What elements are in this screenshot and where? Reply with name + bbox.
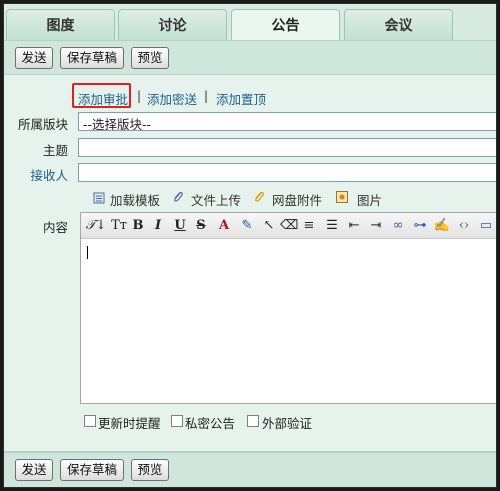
link-icon[interactable]: ∞ [389,217,407,235]
add-approval-link[interactable]: 添加审批 [78,89,128,108]
add-pin-link[interactable]: 添加置顶 [216,89,266,108]
external-verify-label: 外部验证 [262,416,313,431]
edit-icon[interactable]: ✍ [433,217,451,235]
cursor-icon[interactable]: ↖ [262,217,276,235]
add-secret-link[interactable]: 添加密送 [147,89,197,108]
italic-icon[interactable]: I [151,217,165,235]
board-select[interactable]: --选择版块-- [78,112,496,132]
remind-label: 更新时提醒 [98,416,161,431]
text-cursor [87,246,88,259]
tab-discussion[interactable]: 讨论 [118,9,227,41]
font-size-icon[interactable]: Tт [109,217,129,235]
compose-panel: 图度 讨论 公告 会议 发送 保存草稿 预览 添加审批 | 添加密送 | 添加置… [3,3,497,488]
underline-icon[interactable]: U [173,217,187,235]
file-upload-link[interactable]: 文件上传 [191,190,241,209]
link-separator: | [204,89,209,103]
template-icon [93,192,105,204]
board-label: 所属版块 [17,117,68,132]
unlink-icon[interactable]: ⊶ [411,217,429,235]
preview-button[interactable]: 预览 [131,459,169,481]
send-button[interactable]: 发送 [15,47,53,69]
private-checkbox[interactable] [171,415,183,427]
outdent-icon[interactable]: ⇤ [345,217,363,235]
netdisk-paperclip-icon [255,191,264,202]
strikethrough-icon[interactable]: S [194,217,208,235]
tab-tudu[interactable]: 图度 [6,9,115,41]
source-code-icon[interactable]: ‹› [455,217,473,235]
font-family-icon[interactable]: 𝒯↓ [85,217,107,235]
subject-label: 主题 [42,143,68,158]
load-template-link[interactable]: 加载模板 [110,190,160,209]
save-draft-button[interactable]: 保存草稿 [60,459,124,481]
editor-toolbar: 𝒯↓ Tт B I U S A ✎ ↖ ⌫ ≡ ☰ ⇤ ⇥ ∞ ⊶ ✍ ‹› ▭ [81,213,496,239]
bottom-toolbar: 发送 保存草稿 预览 [4,452,496,487]
image-link[interactable]: 图片 [357,190,382,209]
save-draft-button[interactable]: 保存草稿 [60,47,124,69]
recipient-input[interactable] [78,163,496,182]
content-label: 内容 [42,220,68,235]
netdisk-attachment-link[interactable]: 网盘附件 [272,190,322,209]
font-color-icon[interactable]: A [215,217,233,235]
bold-icon[interactable]: B [131,217,145,235]
recipient-label[interactable]: 接收人 [8,165,68,184]
form-area: 添加审批 | 添加密送 | 添加置顶 所属版块 --选择版块-- 主题 接收人 … [4,74,496,452]
indent-icon[interactable]: ⇥ [367,217,385,235]
subject-input[interactable] [78,138,496,157]
highlight-color-icon[interactable]: ✎ [238,217,256,235]
fullscreen-icon[interactable]: ▭ [477,217,495,235]
external-verify-checkbox[interactable] [247,415,259,427]
tab-meeting[interactable]: 会议 [344,9,453,41]
preview-button[interactable]: 预览 [131,47,169,69]
board-select-value: --选择版块-- [83,117,152,132]
rich-text-editor[interactable]: 𝒯↓ Tт B I U S A ✎ ↖ ⌫ ≡ ☰ ⇤ ⇥ ∞ ⊶ ✍ ‹› ▭ [80,212,496,404]
tab-bar: 图度 讨论 公告 会议 [6,9,496,41]
image-icon [336,191,348,203]
eraser-icon[interactable]: ⌫ [280,217,298,235]
remind-checkbox[interactable] [84,415,96,427]
tab-announcement[interactable]: 公告 [231,9,340,41]
top-toolbar: 发送 保存草稿 预览 [4,40,496,74]
paperclip-icon [174,191,183,202]
link-separator: | [137,89,142,103]
private-label: 私密公告 [185,416,236,431]
align-icon[interactable]: ≡ [300,217,318,235]
send-button[interactable]: 发送 [15,459,53,481]
ordered-list-icon[interactable]: ☰ [323,217,341,235]
